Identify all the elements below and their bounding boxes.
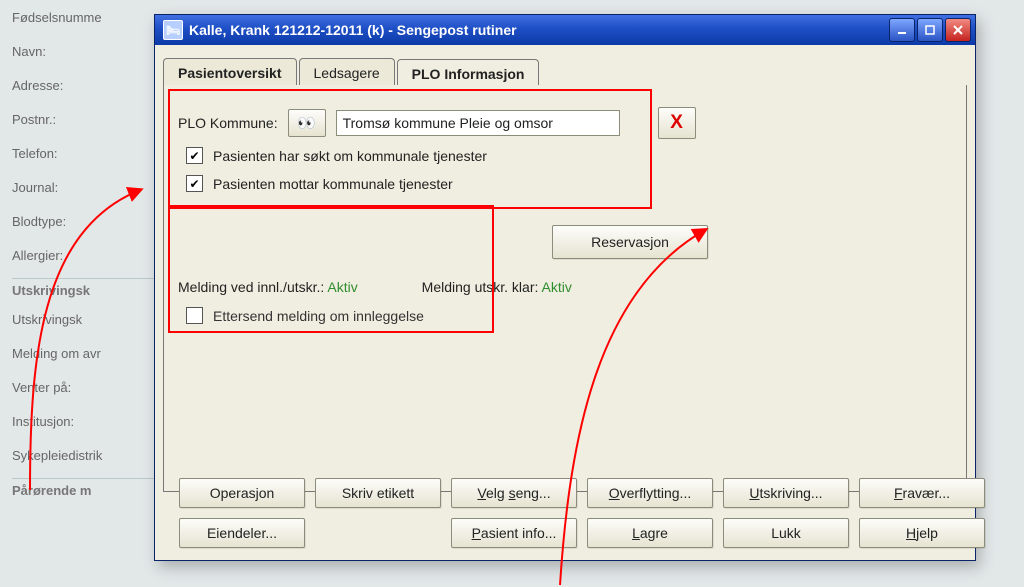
hjelp-button[interactable]: Hjelp [859,518,985,548]
tab-page-plo: PLO Kommune: 👀 Tromsø kommune Pleie og o… [163,85,967,492]
skriv-etikett-button[interactable]: Skriv etikett [315,478,441,508]
maximize-button[interactable] [917,18,943,42]
lagre-button[interactable]: Lagre [587,518,713,548]
binoculars-icon: 👀 [297,114,316,132]
checkbox-sokt[interactable]: ✔ [186,147,203,164]
plo-kommune-label: PLO Kommune: [178,115,278,131]
tab-plo-informasjon-label: PLO Informasjon [412,66,525,82]
lukk-button[interactable]: Lukk [723,518,849,548]
plo-kommune-input[interactable]: Tromsø kommune Pleie og omsor [336,110,620,136]
status-b-label: Melding utskr. klar: [422,279,539,295]
eiendeler-label: Eiendeler... [207,525,277,541]
titlebar[interactable]: 🛏 Kalle, Krank 121212-12011 (k) - Sengep… [155,15,975,45]
chk-sokt-label: Pasienten har søkt om kommunale tjeneste… [213,148,487,164]
tabstrip: Pasientoversikt Ledsagere PLO Informasjo… [163,55,541,85]
clear-kommune-button[interactable]: X [658,107,696,139]
chk-row-mottar[interactable]: ✔ Pasienten mottar kommunale tjenester [186,175,453,192]
utskriving-button[interactable]: Utskriving... [723,478,849,508]
reservasjon-wrap: Reservasjon [552,225,708,259]
tab-pasientoversikt-label: Pasientoversikt [178,65,282,81]
button-bar: Operasjon Skriv etikett Velg seng... Ove… [169,478,961,548]
skriv-label: Skriv etikett [342,485,414,501]
operasjon-button[interactable]: Operasjon [179,478,305,508]
tab-pasientoversikt[interactable]: Pasientoversikt [163,58,297,85]
dialog-sengepost-rutiner: 🛏 Kalle, Krank 121212-12011 (k) - Sengep… [154,14,976,561]
fravaer-button[interactable]: Fravær... [859,478,985,508]
dialog-title: Kalle, Krank 121212-12011 (k) - Sengepos… [189,22,517,38]
pasient-info-button[interactable]: Pasient info... [451,518,577,548]
status-b-value: Aktiv [542,279,572,295]
operasjon-label: Operasjon [210,485,275,501]
checkbox-mottar[interactable]: ✔ [186,175,203,192]
chk-row-sokt[interactable]: ✔ Pasienten har søkt om kommunale tjenes… [186,147,487,164]
eiendeler-button[interactable]: Eiendeler... [179,518,305,548]
chk-mottar-label: Pasienten mottar kommunale tjenester [213,176,453,192]
status-a-value: Aktiv [327,279,357,295]
tab-plo-informasjon[interactable]: PLO Informasjon [397,59,540,86]
plo-kommune-value: Tromsø kommune Pleie og omsor [343,115,553,131]
status-a-label: Melding ved innl./utskr.: [178,279,324,295]
tab-ledsagere[interactable]: Ledsagere [299,58,395,85]
minimize-button[interactable] [889,18,915,42]
status-line: Melding ved innl./utskr.: Aktiv Melding … [178,279,572,295]
client-area: Pasientoversikt Ledsagere PLO Informasjo… [155,45,975,560]
chk-ettersend-label: Ettersend melding om innleggelse [213,308,424,324]
row-plo-kommune: PLO Kommune: 👀 Tromsø kommune Pleie og o… [178,107,696,139]
bed-icon: 🛏 [163,20,183,40]
overflytting-button[interactable]: Overflytting... [587,478,713,508]
tab-ledsagere-label: Ledsagere [314,65,380,81]
reservasjon-button[interactable]: Reservasjon [552,225,708,259]
search-kommune-button[interactable]: 👀 [288,109,326,137]
clear-x-icon: X [670,112,683,134]
reservasjon-label: Reservasjon [591,234,669,250]
close-button[interactable] [945,18,971,42]
chk-row-ettersend[interactable]: Ettersend melding om innleggelse [186,307,424,324]
velg-seng-button[interactable]: Velg seng... [451,478,577,508]
checkbox-ettersend[interactable] [186,307,203,324]
